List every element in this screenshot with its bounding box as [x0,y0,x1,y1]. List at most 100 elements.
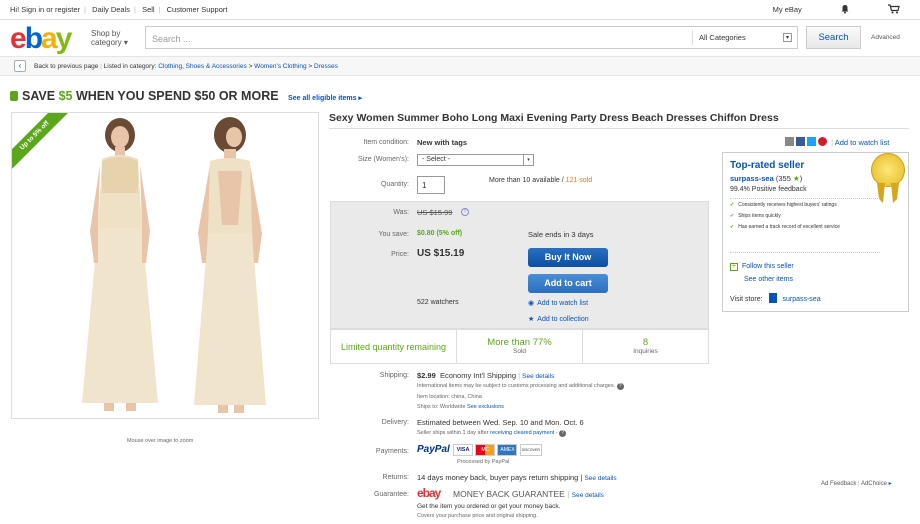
search-placeholder: Search ... [152,34,191,44]
star-icon: ★ [528,316,535,323]
top-rated-medal-icon [871,153,905,187]
add-to-cart-button[interactable]: Add to cart [528,274,608,293]
delivery-note: Seller ships within 1 day after receivin… [417,430,567,437]
follow-seller[interactable]: + Follow this seller [730,263,794,271]
info-icon[interactable]: ? [461,208,469,216]
add-to-collection[interactable]: ★ Add to collection [528,315,589,323]
add-to-watch-list[interactable]: ◉ Add to watch list [528,299,588,307]
size-select[interactable]: - Select - ▾ [417,154,534,166]
pinterest-icon[interactable] [818,137,827,146]
sold-count[interactable]: 121 sold [566,177,592,184]
sign-in-link[interactable]: Hi! Sign in or register [10,5,80,14]
save-label: You save: [378,231,410,238]
size-label: Size (Women's): [358,156,409,163]
was-label: Was: [393,209,409,216]
title-divider [329,128,909,129]
top-links: Hi! Sign in or register | Daily Deals | Se… [10,5,228,14]
processed-by: Processed by PayPal [457,459,510,465]
quantity-input[interactable]: 1 [417,176,445,194]
category-select[interactable]: All Categories ▾ [692,30,796,45]
facebook-icon[interactable] [796,137,805,146]
guarantee-label: Guarantee: [373,491,409,498]
guarantee-see-details-link[interactable]: See details [572,492,604,499]
breadcrumb-item[interactable]: Women's Clothing [254,63,306,70]
add-to-watch-list-top-link[interactable]: Add to watch list [835,138,890,147]
guarantee-line2: Covers your purchase price and original … [417,513,538,519]
advanced-search-link[interactable]: Advanced [871,34,900,41]
help-icon[interactable]: ? [559,430,567,437]
visa-icon: VISA [453,444,473,456]
search-input[interactable]: Search ... All Categories ▾ [145,26,798,49]
save-amount: $0.80 (5% off) [417,230,463,237]
payments-label: Payments: [375,448,409,455]
returns-text: 14 days money back, buyer pays return sh… [417,473,617,482]
breadcrumb-item[interactable]: Dresses [314,63,338,70]
condition-value: New with tags [417,138,468,147]
back-arrow-icon[interactable]: ‹ [14,60,26,72]
adchoice-link[interactable]: AdChoice [861,481,887,487]
condition-label: Item condition: [363,139,409,146]
see-all-eligible-link[interactable]: See all eligible items ▸ [288,95,362,102]
check-icon: ✔ [730,202,735,208]
guarantee-line1: Get the item you ordered or get your mon… [417,503,561,510]
back-link[interactable]: Back to previous page [34,63,98,70]
store-icon [768,293,777,303]
buy-it-now-button[interactable]: Buy It Now [528,248,608,267]
help-icon[interactable]: ? [616,383,624,390]
availability-text: More than 10 available / 121 sold [489,177,593,184]
ebay-logo[interactable]: ebay [10,24,72,54]
check-icon: ✔ [730,213,735,219]
item-location: Item location: china, China [417,394,482,400]
medal-ribbon-icon [877,183,899,203]
visit-store: Visit store: surpass-sea [730,293,821,303]
seller-name: surpass-sea (355 ★) [730,174,802,183]
search-button[interactable]: Search [806,26,861,49]
feedback-count[interactable]: (355 ★) [776,174,802,183]
promo-banner: SAVE $5 WHEN YOU SPEND $50 OR MORE See a… [10,89,362,103]
amex-icon: AMEX [497,444,518,456]
check-icon: ✔ [730,224,735,230]
see-other-items-link[interactable]: See other items [744,276,793,283]
see-exclusions-link[interactable]: See exclusions [467,404,504,410]
cleared-payment-link[interactable]: receiving cleared payment [490,430,554,436]
delivery-estimate: Estimated between Wed. Sep. 10 and Mon. … [417,418,584,427]
zoom-hint: Mouse over image to zoom [127,438,194,444]
customer-support-link[interactable]: Customer Support [167,5,228,14]
sold-percent: More than 77% Sold [457,330,583,363]
twitter-icon[interactable] [807,137,816,146]
top-right-links: My eBay [737,4,900,14]
guarantee-text: MONEY BACK GUARANTEE | See details [453,489,604,499]
price-label: Price: [391,251,409,258]
returns-see-details-link[interactable]: See details [584,475,616,482]
top-rated-heading: Top-rated seller [730,160,805,171]
ad-feedback-link[interactable]: Ad Feedback [821,481,856,487]
adchoice-icon: ▸ [888,481,892,487]
breadcrumb-item[interactable]: Clothing, Shoes & Accessories [158,63,247,70]
price-tag-icon [10,91,18,101]
listed-in-label: Listed in category: [103,63,157,70]
seller-bullets: ✔ Consistently receives highest buyers' r… [730,202,840,230]
header: ebay Shop by category ▾ Search ... All C… [0,20,920,56]
bell-icon[interactable] [840,5,852,14]
ships-to: Ships to: Worldwide See exclusions [417,404,505,410]
watchers-count: 522 watchers [417,299,459,306]
price-value: US $15.19 [417,248,465,259]
email-icon[interactable] [785,137,794,146]
product-image[interactable]: Up to 5% off [11,112,319,419]
shipping-see-details-link[interactable]: See details [522,373,554,380]
dress-photo [82,117,266,413]
seller-name-link[interactable]: surpass-sea [730,174,774,183]
paypal-logo: PayPal [417,444,450,455]
cart-icon[interactable] [888,4,900,14]
store-link[interactable]: surpass-sea [782,296,820,303]
chevron-down-icon: ▾ [783,33,792,42]
breadcrumb: ‹ Back to previous page | Listed in cate… [0,56,920,76]
inquiries: 8 Inquiries [633,337,658,355]
was-price: US $15.99 [417,208,453,217]
my-ebay-link[interactable]: My eBay [773,5,802,14]
sell-link[interactable]: Sell [142,5,155,14]
shop-by-category-button[interactable]: Shop by category ▾ [91,29,128,47]
price-box: Was: US $15.99 ? You save: $0.80 (5% off… [330,201,709,329]
limited-quantity: Limited quantity remaining [331,330,457,363]
daily-deals-link[interactable]: Daily Deals [92,5,130,14]
